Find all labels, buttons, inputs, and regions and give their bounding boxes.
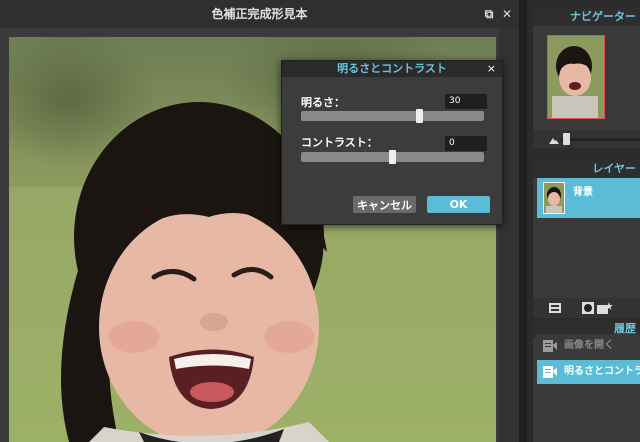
cancel-button[interactable]: キャンセル — [353, 196, 416, 213]
dialog-title-bar[interactable]: 明るさとコントラスト × — [282, 61, 502, 77]
ok-button[interactable]: OK — [427, 196, 490, 213]
brightness-value-field[interactable] — [445, 94, 487, 109]
contrast-value-field[interactable] — [445, 136, 487, 151]
close-icon[interactable]: ✕ — [501, 7, 513, 21]
layers-title: レイヤー — [533, 160, 640, 178]
history-panel: 履歴 画像を開く 明るさとコントラスト — [533, 320, 640, 442]
brightness-slider-knob[interactable] — [416, 109, 424, 123]
history-step-icon — [543, 366, 557, 378]
navigator-thumbnail[interactable] — [547, 35, 605, 119]
navigator-panel: ナビゲーター — [533, 8, 640, 148]
history-item-open-image[interactable]: 画像を開く — [537, 334, 640, 358]
layer-toolbar — [533, 298, 640, 318]
brightness-label: 明るさ： — [301, 96, 345, 109]
navigator-photo — [548, 36, 604, 118]
restore-icon[interactable]: ⧉ — [483, 7, 495, 21]
brightness-slider-track[interactable] — [301, 109, 484, 123]
dialog-close-icon[interactable]: × — [487, 61, 496, 77]
zoom-slider-row — [533, 130, 640, 148]
panel-divider — [519, 0, 527, 442]
layer-mask-icon[interactable] — [582, 302, 594, 314]
zoom-slider-track[interactable] — [561, 138, 640, 141]
history-step-icon — [543, 340, 557, 352]
window-controls: ⧉ ✕ — [483, 0, 513, 28]
document-title-bar: 色補正完成形見本 ⧉ ✕ — [0, 0, 519, 28]
layer-style-icon[interactable] — [549, 302, 561, 314]
mountain-small-icon — [549, 138, 559, 144]
layer-item-background[interactable]: 背景 — [537, 178, 640, 218]
layers-panel: レイヤー 背景 — [533, 160, 640, 318]
contrast-label: コントラスト： — [301, 136, 378, 149]
new-layer-icon[interactable] — [597, 302, 613, 314]
navigator-title: ナビゲーター — [533, 8, 640, 26]
history-item-label: 明るさとコントラスト — [564, 366, 640, 377]
history-item-brightness-contrast[interactable]: 明るさとコントラスト — [537, 360, 640, 384]
zoom-slider-knob[interactable] — [563, 133, 570, 145]
brightness-contrast-dialog: 明るさとコントラスト × 明るさ： コントラスト： キャンセル OK — [281, 60, 503, 225]
contrast-slider-knob[interactable] — [389, 150, 396, 164]
layer-label: 背景 — [573, 187, 593, 198]
contrast-slider-track[interactable] — [301, 150, 484, 164]
dialog-title: 明るさとコントラスト — [337, 62, 447, 75]
layer-thumbnail — [543, 182, 565, 214]
document-title: 色補正完成形見本 — [211, 7, 308, 21]
history-item-label: 画像を開く — [564, 340, 614, 351]
layer-thumb-photo — [544, 183, 564, 213]
